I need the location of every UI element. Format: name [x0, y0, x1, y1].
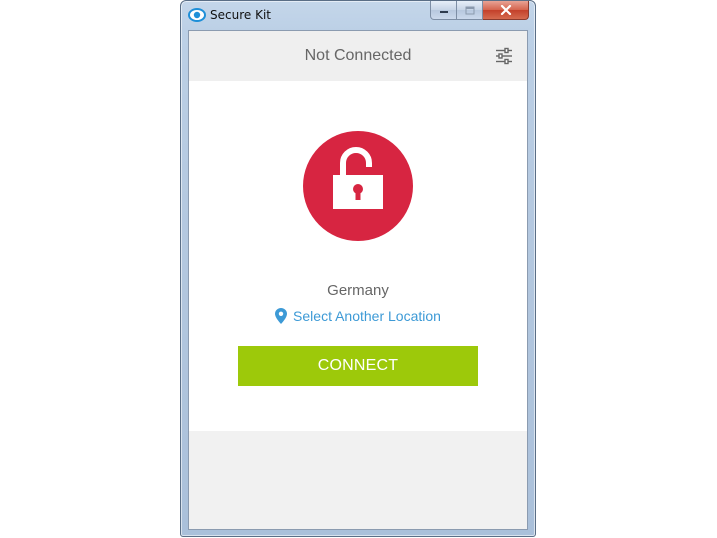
map-pin-icon [275, 308, 288, 324]
header-bar: Not Connected [189, 31, 527, 81]
window-controls [430, 1, 529, 21]
selected-location: Germany [327, 282, 389, 299]
close-button[interactable] [483, 1, 529, 20]
title-bar[interactable]: Secure Kit [181, 1, 535, 30]
minimize-button[interactable] [430, 1, 457, 20]
connection-status: Not Connected [304, 47, 412, 64]
unlocked-padlock-icon [333, 147, 383, 209]
close-icon [500, 5, 511, 15]
minimize-icon [439, 11, 448, 13]
connect-button[interactable]: CONNECT [238, 346, 478, 386]
footer-area [189, 431, 527, 529]
settings-sliders-icon[interactable] [495, 47, 513, 65]
maximize-button[interactable] [457, 1, 483, 20]
lock-status-indicator [303, 131, 413, 241]
main-panel: Germany Select Another Location CONNECT [189, 81, 527, 431]
select-location-link[interactable]: Select Another Location [189, 308, 527, 324]
client-area: Not Connected Germany Select Another Loc… [188, 30, 528, 530]
select-location-label: Select Another Location [293, 308, 441, 324]
maximize-icon [465, 6, 474, 14]
window-title: Secure Kit [210, 8, 271, 22]
eye-icon [188, 8, 206, 22]
app-window: Secure Kit Not Connected Germany Select … [180, 0, 536, 537]
